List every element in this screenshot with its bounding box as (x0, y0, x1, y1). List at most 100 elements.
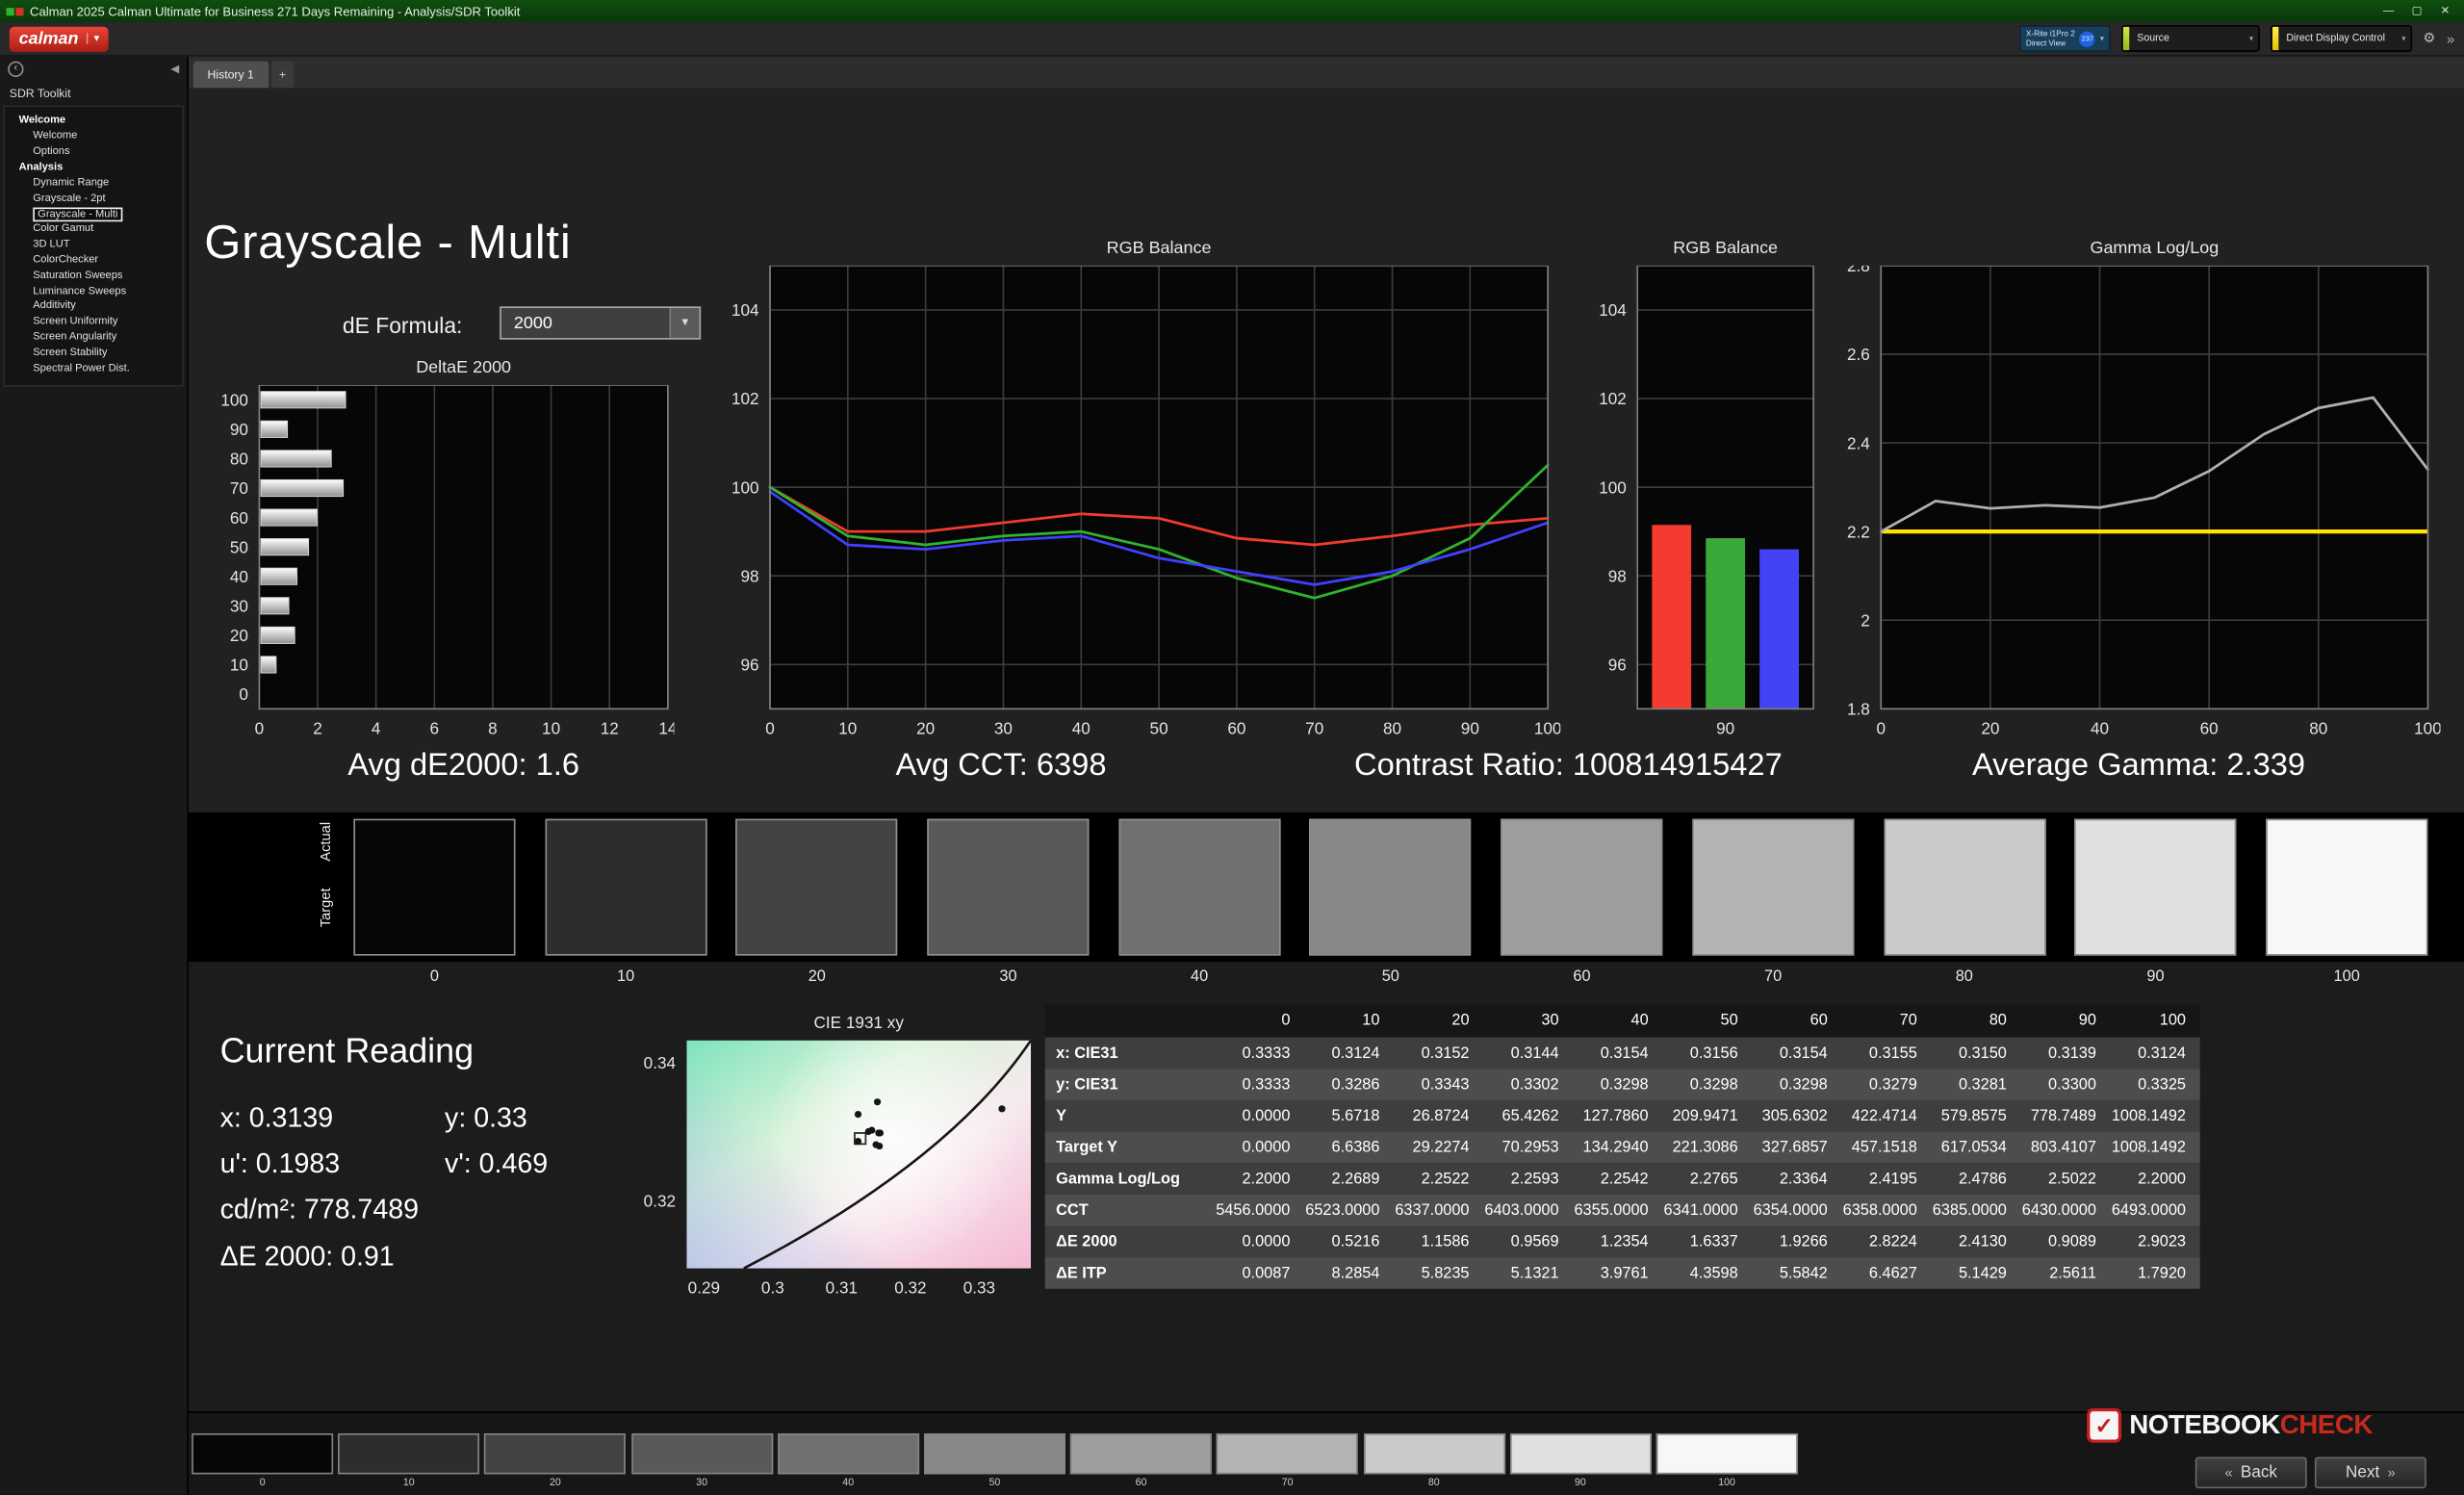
tree-item-luminance-sweeps[interactable]: Luminance Sweeps (5, 283, 182, 298)
back-arrow-icon: « (2224, 1464, 2233, 1481)
svg-text:14: 14 (658, 718, 674, 737)
current-reading-title: Current Reading (219, 1031, 475, 1070)
close-button[interactable]: ✕ (2432, 2, 2457, 21)
calman-menu-button[interactable]: calman ▾ (9, 25, 109, 52)
source-dropdown[interactable]: Source ▾ (2120, 25, 2260, 52)
svg-text:100: 100 (2414, 718, 2440, 737)
table-cell: 6.6386 (1331, 1138, 1380, 1156)
meter-dropdown[interactable]: X-Rite i1Pro 2 Direct View 237 ▾ (2019, 25, 2111, 52)
tab-history-1[interactable]: History 1 (192, 61, 269, 89)
table-row: x: CIE31 0.3333 0.3124 0.3152 0.3144 0.3154 0.… (1044, 1037, 2200, 1070)
sidebar-collapse-arrow-icon[interactable]: ◀ (170, 63, 179, 75)
chart-title-deltae: DeltaE 2000 (416, 358, 512, 377)
table-cell: 6358.0000 (1842, 1201, 1917, 1220)
gear-icon[interactable]: ⚙ (2423, 30, 2435, 47)
footer-swatch-row (192, 1432, 1798, 1475)
svg-text:98: 98 (1608, 566, 1627, 585)
actual-row-label: Actual (317, 821, 334, 862)
table-row: y: CIE31 0.3333 0.3286 0.3343 0.3302 0.3298 0.… (1044, 1069, 2200, 1100)
tree-item-screen-angularity[interactable]: Screen Angularity (5, 329, 182, 345)
table-cell: 5.8235 (1421, 1264, 1470, 1282)
tree-item-screen-stability[interactable]: Screen Stability (5, 345, 182, 360)
maximize-button[interactable]: ▢ (2404, 2, 2429, 21)
table-cell: 6354.0000 (1753, 1201, 1828, 1220)
meter-name: X-Rite i1Pro 2 (2025, 29, 2075, 39)
table-cell: 1.6337 (1689, 1232, 1738, 1250)
add-tab-button[interactable]: + (270, 61, 295, 89)
tree-item-welcome[interactable]: Welcome (5, 128, 182, 143)
swatch-label: 40 (1191, 967, 1209, 986)
de-formula-label: dE Formula: (342, 312, 463, 339)
tree-item-grayscale-multi[interactable]: Grayscale - Multi (5, 206, 182, 221)
tree-item-3d-lut[interactable]: 3D LUT (5, 237, 182, 252)
chart-title-rgb-balance: RGB Balance (1106, 239, 1212, 258)
display-control-dropdown[interactable]: Direct Display Control ▾ (2271, 25, 2412, 52)
back-button[interactable]: « Back (2194, 1456, 2307, 1489)
gray-swatch-80 (1363, 1432, 1505, 1475)
tree-item-dynamic-range[interactable]: Dynamic Range (5, 175, 182, 191)
table-cell: 0.3279 (1868, 1075, 1917, 1094)
gray-swatch-20 (735, 818, 898, 956)
tree-group-analysis[interactable]: Analysis (5, 159, 182, 175)
table-cell: 221.3086 (1672, 1138, 1738, 1156)
swatch-label: 40 (842, 1477, 855, 1489)
gray-swatch-10 (545, 818, 707, 956)
deltae-bar-chart: 024681012141009080706050403020100 (196, 384, 678, 747)
svg-text:10: 10 (230, 656, 248, 675)
row-label: Y (1056, 1107, 1067, 1125)
svg-text:2: 2 (1861, 610, 1870, 630)
tree-item-screen-uniformity[interactable]: Screen Uniformity (5, 314, 182, 329)
table-cell: 6493.0000 (2111, 1201, 2187, 1220)
table-cell: 26.8724 (1412, 1107, 1470, 1125)
table-row: ΔE ITP 0.0087 8.2854 5.8235 5.1321 3.9761 4.35… (1044, 1257, 2200, 1289)
gray-swatch-0 (353, 818, 516, 956)
tree-item-color-gamut[interactable]: Color Gamut (5, 221, 182, 237)
table-cell: 2.2522 (1421, 1170, 1470, 1188)
svg-text:60: 60 (2200, 718, 2219, 737)
tree-group-welcome[interactable]: Welcome (5, 112, 182, 128)
svg-text:4: 4 (372, 718, 381, 737)
tree-item-colorchecker[interactable]: ColorChecker (5, 252, 182, 268)
table-cell: 0.3325 (2138, 1075, 2187, 1094)
tree-item-spectral-power-dist[interactable]: Spectral Power Dist. (5, 360, 182, 375)
svg-text:1.8: 1.8 (1847, 700, 1870, 719)
brand-word-check: CHECK (2279, 1409, 2374, 1440)
svg-text:10: 10 (542, 718, 560, 737)
gamma-log-chart: 0 20 40 60 80 100 1.8 2 2.2 2.4 2.6 2.8 (1826, 256, 2442, 740)
svg-text:20: 20 (230, 626, 248, 645)
contrast-ratio-readout: Contrast Ratio: 100814915427 (1353, 748, 1783, 784)
measurement-table: 0 10 20 30 40 50 60 70 80 90 100 x: CIE31 0.3333 0.31… (1044, 1004, 2200, 1289)
table-cell: 0.9569 (1510, 1232, 1559, 1250)
swatch-label: 60 (1573, 967, 1591, 986)
svg-text:104: 104 (1599, 300, 1627, 320)
tree-item-grayscale-2pt[interactable]: Grayscale - 2pt (5, 191, 182, 206)
svg-text:30: 30 (230, 597, 248, 616)
table-cell: 579.8575 (1940, 1107, 2007, 1125)
table-cell: 0.3156 (1689, 1044, 1738, 1062)
table-cell: 0.3155 (1868, 1044, 1917, 1062)
sidebar-collapse-circle-icon[interactable]: ‹ (8, 61, 24, 77)
footer-swatch-labels: 0 10 20 30 40 50 60 70 80 90 100 (192, 1478, 1797, 1488)
table-row: Y 0.0000 5.6718 26.8724 65.4262 127.7860 209.9… (1044, 1099, 2200, 1132)
tree-item-additivity[interactable]: Additivity (5, 298, 182, 314)
de-formula-select[interactable]: 2000 ▼ (500, 306, 702, 340)
swatch-label: 80 (1427, 1477, 1440, 1489)
brand-word-notebook: NOTEBOOK (2129, 1409, 2280, 1440)
table-cell: 2.8224 (1868, 1232, 1917, 1250)
svg-text:2.8: 2.8 (1847, 266, 1870, 275)
expand-icon[interactable]: » (2447, 31, 2454, 46)
chevron-down-icon: ▾ (2248, 34, 2254, 43)
tree-item-options[interactable]: Options (5, 143, 182, 159)
chevron-down-icon: ▼ (669, 307, 700, 339)
gray-swatch-0 (192, 1432, 334, 1475)
svg-text:102: 102 (1599, 389, 1627, 408)
table-cell: 1.2354 (1600, 1232, 1649, 1250)
chart-title-rgb-balance-bars: RGB Balance (1673, 239, 1779, 258)
minimize-button[interactable]: — (2376, 2, 2401, 21)
next-button[interactable]: Next » (2314, 1456, 2426, 1489)
swatch-label: 20 (808, 967, 826, 986)
tree-item-saturation-sweeps[interactable]: Saturation Sweeps (5, 268, 182, 283)
svg-text:40: 40 (1072, 718, 1091, 737)
swatch-label: 20 (550, 1477, 561, 1489)
rgb-balance-bar-chart: 96 98 100 102 104 90 (1582, 265, 1821, 740)
